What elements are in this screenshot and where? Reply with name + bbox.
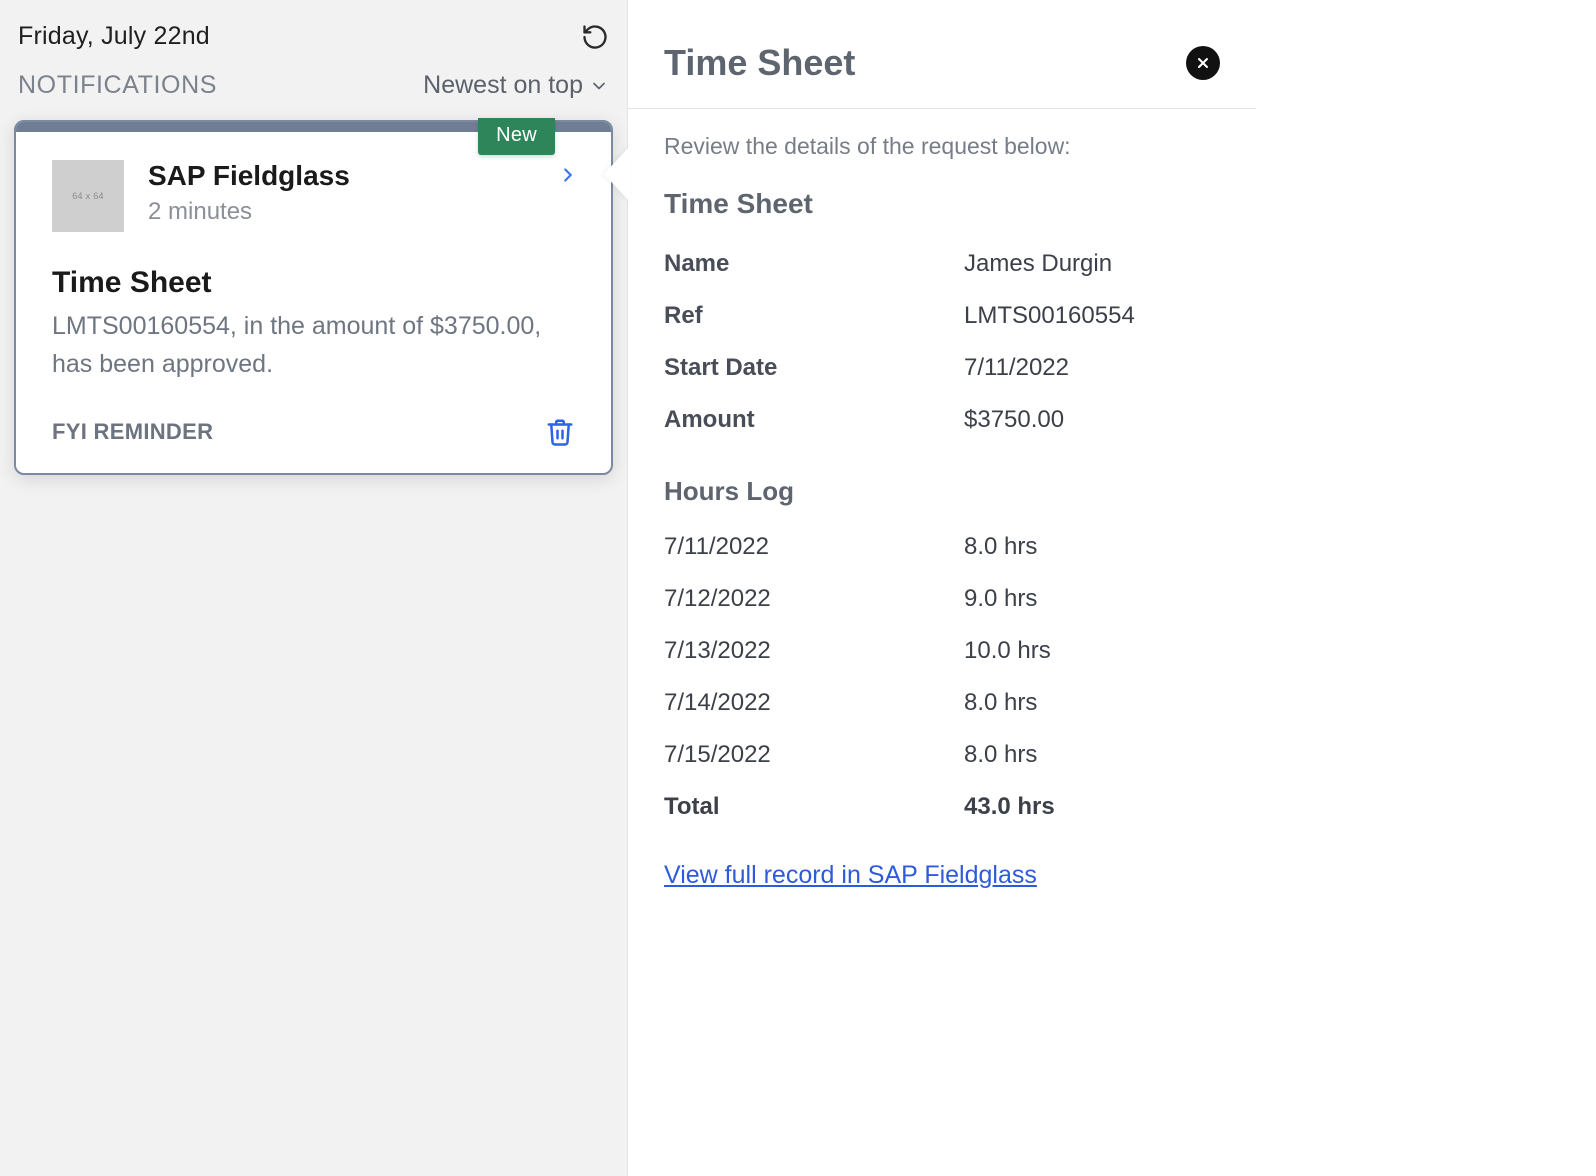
time-ago: 2 minutes — [148, 198, 350, 226]
hours-total-row: Total 43.0 hrs — [664, 781, 1220, 833]
fyi-reminder-label: FYI REMINDER — [52, 419, 213, 445]
log-date: 7/11/2022 — [664, 521, 964, 573]
notifications-header-row: NOTIFICATIONS Newest on top — [14, 69, 613, 112]
right-gutter — [1256, 0, 1596, 1176]
card-description: LMTS00160554, in the amount of $3750.00,… — [52, 308, 562, 383]
field-value: James Durgin — [964, 238, 1220, 290]
chevron-right-icon[interactable] — [557, 164, 579, 186]
detail-body: Review the details of the request below:… — [628, 109, 1256, 950]
review-instruction: Review the details of the request below: — [664, 133, 1220, 160]
notification-card[interactable]: New 64 x 64 SAP Fieldglass 2 minutes Tim… — [14, 120, 613, 475]
panel-pointer-arrow — [604, 146, 630, 202]
app-logo-placeholder: 64 x 64 — [52, 160, 124, 232]
log-date: 7/15/2022 — [664, 729, 964, 781]
detail-header: Time Sheet — [628, 0, 1256, 109]
field-label: Name — [664, 238, 964, 290]
field-row-name: Name James Durgin — [664, 238, 1220, 290]
trash-icon[interactable] — [545, 417, 575, 447]
log-hours: 8.0 hrs — [964, 521, 1220, 573]
total-value: 43.0 hrs — [964, 781, 1220, 833]
log-date: 7/12/2022 — [664, 573, 964, 625]
detail-title: Time Sheet — [664, 42, 855, 84]
card-header: 64 x 64 SAP Fieldglass 2 minutes — [52, 160, 575, 232]
card-header-text: SAP Fieldglass 2 minutes — [148, 160, 350, 226]
hours-log-row: 7/12/20229.0 hrs — [664, 573, 1220, 625]
log-hours: 8.0 hrs — [964, 677, 1220, 729]
field-value: 7/11/2022 — [964, 342, 1220, 394]
new-badge: New — [478, 118, 555, 155]
hours-log-row: 7/14/20228.0 hrs — [664, 677, 1220, 729]
field-row-start-date: Start Date 7/11/2022 — [664, 342, 1220, 394]
refresh-icon[interactable] — [581, 23, 609, 51]
card-footer: FYI REMINDER — [52, 417, 575, 447]
field-row-ref: Ref LMTS00160554 — [664, 290, 1220, 342]
field-label: Start Date — [664, 342, 964, 394]
sort-dropdown[interactable]: Newest on top — [423, 71, 609, 100]
card-title: Time Sheet — [52, 266, 575, 300]
section-title-hours-log: Hours Log — [664, 476, 1220, 507]
log-hours: 9.0 hrs — [964, 573, 1220, 625]
log-date: 7/13/2022 — [664, 625, 964, 677]
timesheet-fields-table: Name James Durgin Ref LMTS00160554 Start… — [664, 238, 1220, 446]
date-row: Friday, July 22nd — [14, 16, 613, 69]
chevron-down-icon — [589, 76, 609, 96]
field-value: $3750.00 — [964, 394, 1220, 446]
notifications-pane: Friday, July 22nd NOTIFICATIONS Newest o… — [0, 0, 628, 1176]
field-value: LMTS00160554 — [964, 290, 1220, 342]
detail-pane: Time Sheet Review the details of the req… — [628, 0, 1256, 1176]
hours-log-row: 7/15/20228.0 hrs — [664, 729, 1220, 781]
close-button[interactable] — [1186, 46, 1220, 80]
field-label: Ref — [664, 290, 964, 342]
hours-log-row: 7/13/202210.0 hrs — [664, 625, 1220, 677]
field-label: Amount — [664, 394, 964, 446]
log-hours: 8.0 hrs — [964, 729, 1220, 781]
sort-label: Newest on top — [423, 71, 583, 100]
notifications-label: NOTIFICATIONS — [18, 71, 217, 100]
log-date: 7/14/2022 — [664, 677, 964, 729]
card-body: 64 x 64 SAP Fieldglass 2 minutes Time Sh… — [16, 122, 611, 473]
view-full-record-link[interactable]: View full record in SAP Fieldglass — [664, 861, 1037, 890]
close-icon — [1195, 55, 1211, 71]
current-date: Friday, July 22nd — [18, 22, 210, 51]
field-row-amount: Amount $3750.00 — [664, 394, 1220, 446]
log-hours: 10.0 hrs — [964, 625, 1220, 677]
app-name: SAP Fieldglass — [148, 160, 350, 192]
section-title-timesheet: Time Sheet — [664, 188, 1220, 220]
hours-log-table: 7/11/20228.0 hrs7/12/20229.0 hrs7/13/202… — [664, 521, 1220, 833]
total-label: Total — [664, 781, 964, 833]
hours-log-row: 7/11/20228.0 hrs — [664, 521, 1220, 573]
logo-placeholder-text: 64 x 64 — [72, 191, 104, 201]
